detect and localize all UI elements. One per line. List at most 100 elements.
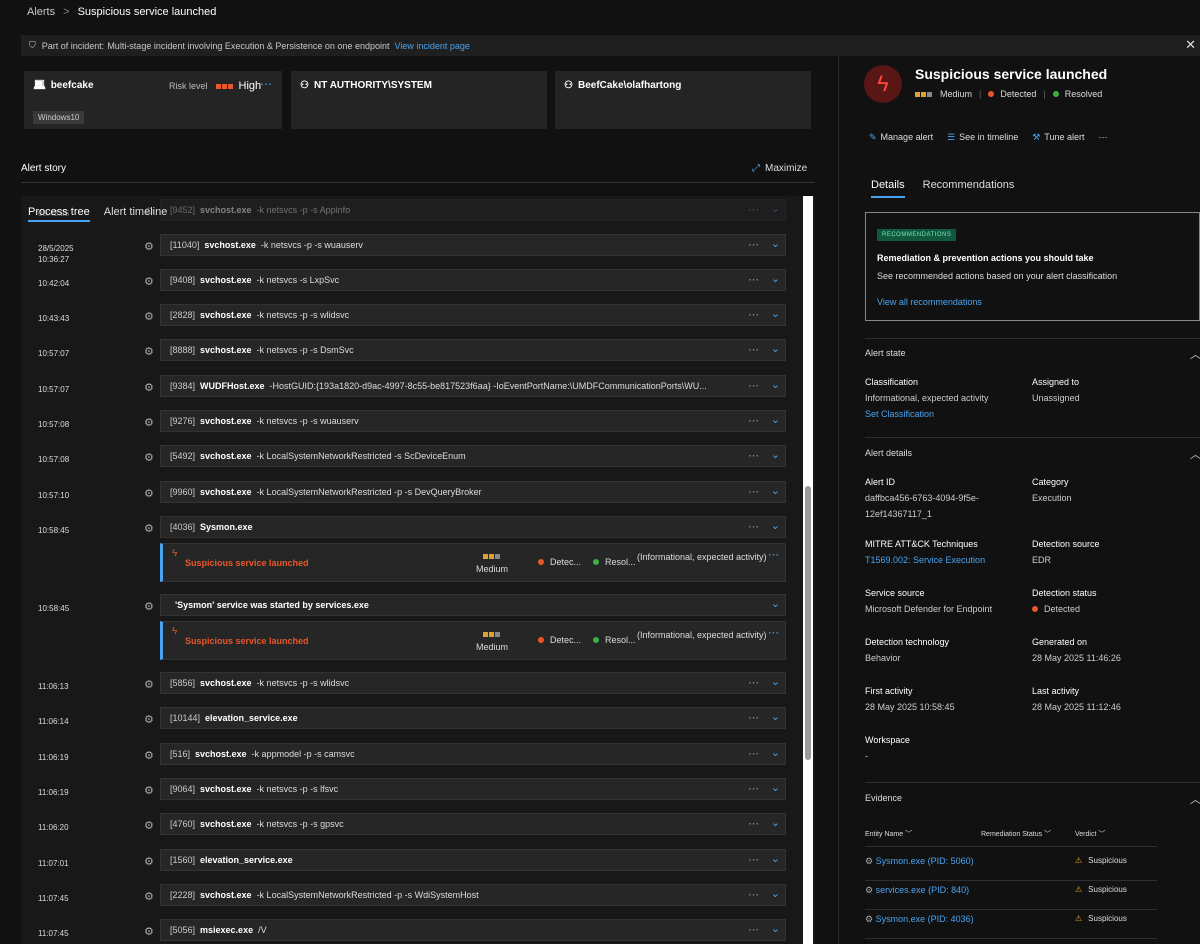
process-box[interactable]: [9276] svchost.exe -k netsvcs -p -s wuause… — [160, 410, 786, 432]
more-icon[interactable]: ⋯ — [768, 548, 779, 561]
mitre-technique-link[interactable]: T1569.002: Service Execution — [865, 552, 985, 568]
process-box[interactable]: [8888] svchost.exe -k netsvcs -p -s DsmSvc… — [160, 339, 786, 361]
col-remediation-status[interactable]: Remediation Status ﹀ — [981, 829, 1051, 839]
chevron-down-icon[interactable]: ⌄ — [771, 484, 780, 497]
process-box[interactable]: [9384] WUDFHost.exe -HostGUID:{193a1820-d9… — [160, 375, 786, 397]
process-box[interactable]: [9408] svchost.exe -k netsvcs -s LxpSvc ⋯ ⌄ — [160, 269, 786, 291]
severity-label: Medium — [476, 642, 509, 652]
alert-name[interactable]: Suspicious service launched — [185, 636, 309, 646]
alert-details-header[interactable]: Alert details ︿ — [865, 448, 1200, 461]
more-icon[interactable]: ⋯ — [748, 273, 759, 286]
chevron-down-icon[interactable]: ⌄ — [771, 519, 780, 532]
tab-recommendations[interactable]: Recommendations — [923, 179, 1015, 198]
chevron-down-icon[interactable]: ⌄ — [771, 597, 780, 610]
tab-details[interactable]: Details — [871, 179, 905, 198]
chevron-down-icon[interactable]: ⌄ — [771, 675, 780, 688]
more-icon[interactable]: ⋯ — [748, 888, 759, 901]
more-icon[interactable]: ⋯ — [748, 817, 759, 830]
process-box[interactable]: [9064] svchost.exe -k netsvcs -p -s lfsvc ⋯… — [160, 778, 786, 800]
evidence-row[interactable]: ⚙︎ services.exe (PID: 840) ⚠︎ Suspicious — [865, 881, 1157, 910]
process-box[interactable]: [4760] svchost.exe -k netsvcs -p -s gpsvc ⋯… — [160, 813, 786, 835]
process-box[interactable]: [4036] Sysmon.exe ⋯ ⌄ — [160, 516, 786, 538]
chevron-down-icon[interactable]: ⌄ — [771, 378, 780, 391]
close-icon[interactable]: ✕ — [1185, 37, 1196, 53]
chevron-down-icon[interactable]: ⌄ — [771, 852, 780, 865]
evidence-entity-link[interactable]: ⚙︎ Sysmon.exe (PID: 5060) — [865, 856, 974, 867]
more-icon[interactable]: ⋯ — [748, 343, 759, 356]
evidence-row[interactable]: ⚙︎ Sysmon.exe (PID: 4036) ⚠︎ Suspicious — [865, 910, 1157, 939]
breadcrumb-alerts-link[interactable]: Alerts — [27, 6, 55, 18]
set-classification-link[interactable]: Set Classification — [865, 406, 989, 422]
more-icon[interactable]: ⋯ — [748, 203, 759, 216]
process-box[interactable]: [5056] msiexec.exe/V ⋯ ⌄ — [160, 919, 786, 941]
more-icon[interactable]: ⋯ — [748, 379, 759, 392]
account-card-system[interactable]: ⚇ NT AUTHORITY\SYSTEM — [291, 71, 547, 129]
divider — [865, 338, 1200, 339]
chevron-down-icon[interactable]: ⌄ — [771, 237, 780, 250]
chevron-down-icon[interactable]: ⌄ — [771, 342, 780, 355]
alert-row[interactable]: ϟ Suspicious service launched Medium Detec.… — [160, 543, 786, 582]
maximize-button[interactable]: ⤢ Maximize — [752, 163, 807, 174]
chevron-down-icon[interactable]: ⌄ — [771, 448, 780, 461]
process-box[interactable]: [516] svchost.exe -k appmodel -p -s camsvc… — [160, 743, 786, 765]
evidence-entity-link[interactable]: ⚙︎ Sysmon.exe (PID: 4036) — [865, 914, 974, 925]
chevron-down-icon[interactable]: ⌄ — [771, 887, 780, 900]
more-icon[interactable]: ⋯ — [748, 853, 759, 866]
more-icon[interactable]: ⋯ — [748, 449, 759, 462]
process-box[interactable]: [10144] elevation_service.exe ⋯ ⌄ — [160, 707, 786, 729]
see-in-timeline-button[interactable]: ☰ See in timeline — [947, 132, 1018, 143]
more-icon[interactable]: ⋯ — [748, 923, 759, 936]
chevron-up-icon[interactable]: ︿ — [1190, 446, 1200, 462]
process-box[interactable]: [5492] svchost.exe -k LocalSystemNetworkRe… — [160, 445, 786, 467]
chevron-down-icon[interactable]: ⌄ — [771, 710, 780, 723]
evidence-header[interactable]: Evidence ︿ — [865, 793, 1200, 806]
process-box[interactable]: [5856] svchost.exe -k netsvcs -p -s wlidsv… — [160, 672, 786, 694]
process-box[interactable]: [9452] svchost.exe -k netsvcs -p -s Appinf… — [160, 199, 786, 221]
chevron-down-icon[interactable]: ⌄ — [771, 781, 780, 794]
process-box[interactable]: [9960] svchost.exe -k LocalSystemNetworkRe… — [160, 481, 786, 503]
view-incident-link[interactable]: View incident page — [394, 41, 469, 51]
chevron-down-icon[interactable]: ⌄ — [771, 816, 780, 829]
tune-alert-button[interactable]: ⚒ Tune alert — [1032, 132, 1084, 143]
process-box[interactable]: [2828] svchost.exe -k netsvcs -p -s wlidsv… — [160, 304, 786, 326]
col-entity-name[interactable]: Entity Name ﹀ — [865, 829, 912, 839]
more-icon[interactable]: ⋯ — [748, 238, 759, 251]
chevron-down-icon[interactable]: ⌄ — [771, 272, 780, 285]
tab-process-tree[interactable]: Process tree — [28, 206, 90, 222]
more-icon[interactable]: ⋯ — [260, 77, 272, 91]
manage-alert-button[interactable]: ✎ Manage alert — [869, 132, 933, 143]
tab-alert-timeline[interactable]: Alert timeline — [104, 206, 168, 222]
more-icon[interactable]: ⋯ — [748, 308, 759, 321]
evidence-entity-link[interactable]: ⚙︎ services.exe (PID: 840) — [865, 885, 969, 896]
process-box[interactable]: [1560] elevation_service.exe ⋯ ⌄ — [160, 849, 786, 871]
process-box[interactable]: [2228] svchost.exe -k LocalSystemNetworkRe… — [160, 884, 786, 906]
more-icon[interactable]: ⋯ — [768, 626, 779, 639]
chevron-up-icon[interactable]: ︿ — [1190, 791, 1200, 807]
more-icon[interactable]: ⋯ — [748, 520, 759, 533]
process-box[interactable]: 'Sysmon' service was started by services… — [160, 594, 786, 616]
evidence-row[interactable]: ⚙︎ Sysmon.exe (PID: 5060) ⚠︎ Suspicious — [865, 852, 1157, 881]
chevron-down-icon[interactable]: ⌄ — [771, 307, 780, 320]
process-box[interactable]: [11040] svchost.exe -k netsvcs -p -s wuaus… — [160, 234, 786, 256]
alert-row[interactable]: ϟ Suspicious service launched Medium Detec.… — [160, 621, 786, 660]
alert-name[interactable]: Suspicious service launched — [185, 558, 309, 568]
chevron-up-icon[interactable]: ︿ — [1190, 346, 1200, 362]
more-icon[interactable]: ⋯ — [748, 747, 759, 760]
chevron-down-icon[interactable]: ⌄ — [771, 202, 780, 215]
more-icon[interactable]: ⋯ — [748, 485, 759, 498]
chevron-down-icon[interactable]: ⌄ — [771, 413, 780, 426]
scrollbar-thumb[interactable] — [805, 486, 811, 760]
more-icon[interactable]: ⋯ — [748, 711, 759, 724]
view-recommendations-link[interactable]: View all recommendations — [877, 297, 982, 307]
alert-story-panel[interactable]: Process tree Alert timeline 08:42:25 ⚙︎ [9… — [21, 196, 815, 944]
more-icon[interactable]: ⋯ — [748, 782, 759, 795]
alert-state-header[interactable]: Alert state ︿ — [865, 348, 1200, 361]
more-icon[interactable]: ⋯ — [1099, 132, 1108, 143]
more-icon[interactable]: ⋯ — [748, 414, 759, 427]
col-verdict[interactable]: Verdict ﹀ — [1075, 829, 1105, 839]
more-icon[interactable]: ⋯ — [748, 676, 759, 689]
account-card-user[interactable]: ⚇ BeefCake\olafhartong — [555, 71, 811, 129]
chevron-down-icon[interactable]: ⌄ — [771, 922, 780, 935]
panel-status: Medium | Detected | Resolved — [915, 89, 1102, 99]
chevron-down-icon[interactable]: ⌄ — [771, 746, 780, 759]
